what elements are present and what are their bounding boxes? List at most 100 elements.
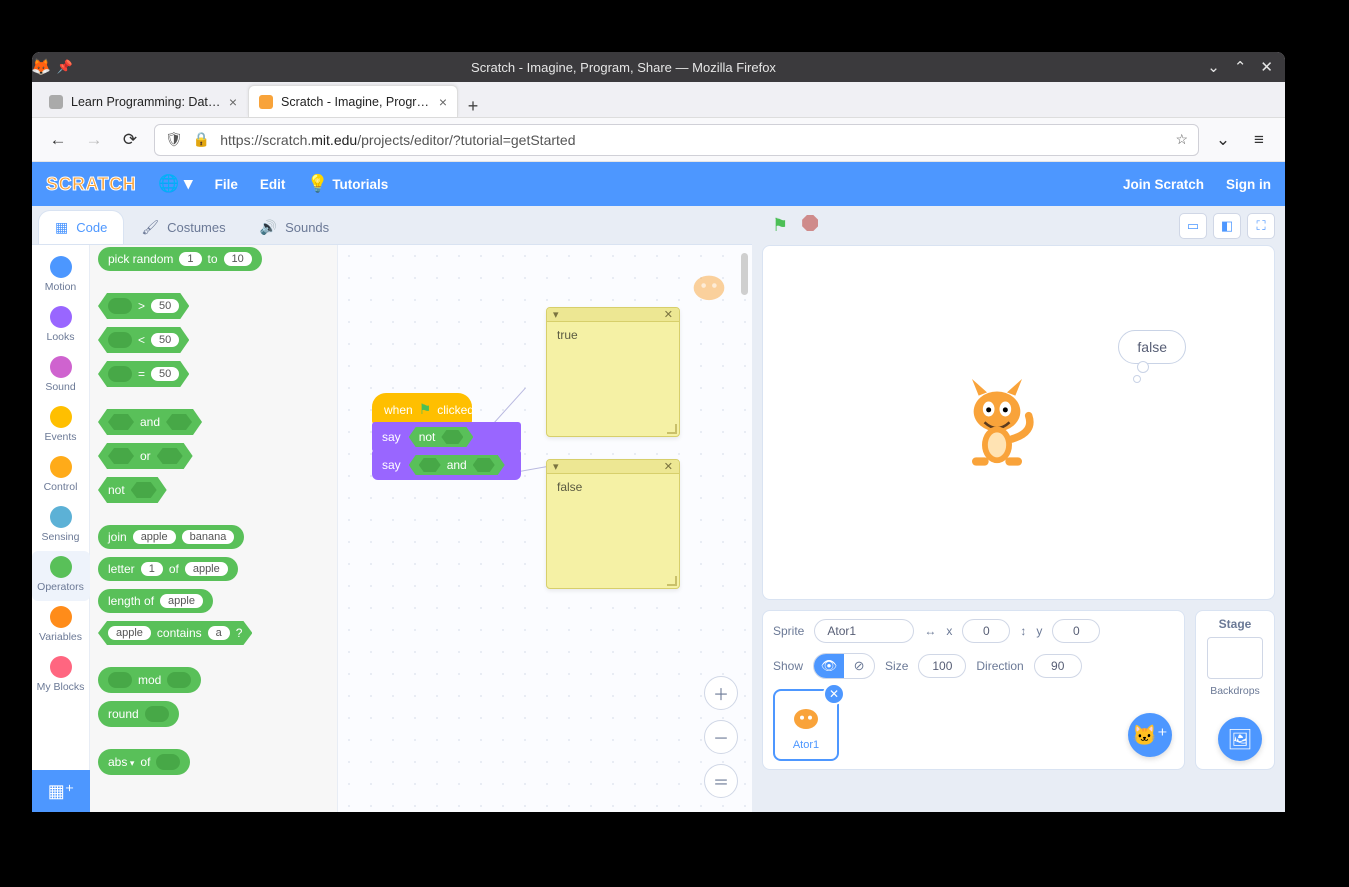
cat-control[interactable]: Control — [32, 451, 90, 501]
op-lt[interactable]: < 50 — [98, 327, 189, 353]
op-eq[interactable]: = 50 — [98, 361, 189, 387]
op-gt[interactable]: > 50 — [98, 293, 189, 319]
large-stage-button[interactable]: ◧ — [1213, 213, 1241, 239]
browser-tabbar: Learn Programming: Data Typ × Scratch - … — [32, 82, 1285, 118]
sprite-card-ator1[interactable]: ✕ Ator1 — [773, 689, 839, 761]
cat-operators[interactable]: Operators — [32, 551, 90, 601]
menu-icon[interactable]: ≡ — [1247, 130, 1271, 150]
back-button[interactable]: ← — [46, 130, 70, 150]
small-stage-button[interactable]: ▭ — [1179, 213, 1207, 239]
close-comment-icon[interactable]: ✕ — [664, 460, 673, 473]
sprite-watermark — [686, 261, 732, 307]
sign-in-link[interactable]: Sign in — [1226, 177, 1271, 192]
block-say-not[interactable]: say not — [372, 422, 521, 452]
cat-myblocks[interactable]: My Blocks — [32, 651, 90, 701]
op-contains[interactable]: apple contains a ? — [98, 621, 252, 645]
minimize-button[interactable]: ⌄ — [1207, 58, 1220, 76]
show-icon[interactable]: 👁 — [814, 654, 844, 678]
edit-menu[interactable]: Edit — [260, 177, 286, 192]
pin-icon[interactable]: 📌 — [57, 59, 73, 75]
cat-events[interactable]: Events — [32, 401, 90, 451]
op-round[interactable]: round — [98, 701, 179, 727]
stage-header: ⚑ ▭ ◧ ⛶ — [752, 206, 1285, 245]
scratch-cat-sprite[interactable] — [955, 374, 1039, 474]
tab-code[interactable]: ▦Code — [38, 210, 124, 244]
script-stack[interactable]: when⚑clicked say not say and — [372, 393, 521, 480]
close-comment-icon[interactable]: ✕ — [664, 308, 673, 321]
op-length[interactable]: length of apple — [98, 589, 213, 613]
stage-thumbnail[interactable] — [1207, 637, 1263, 679]
new-tab-button[interactable]: + — [458, 96, 488, 117]
tab-sounds[interactable]: 🔊Sounds — [243, 210, 347, 244]
sprite-y-input[interactable]: 0 — [1052, 619, 1100, 643]
op-not[interactable]: not — [98, 477, 167, 503]
hide-icon[interactable]: ⊘ — [844, 654, 874, 678]
tutorials-menu[interactable]: 💡 Tutorials — [307, 174, 388, 194]
delete-sprite-icon[interactable]: ✕ — [823, 683, 845, 705]
brush-icon: 🖌 — [141, 219, 159, 236]
sprite-direction-input[interactable]: 90 — [1034, 654, 1082, 678]
close-tab-icon[interactable]: × — [229, 94, 237, 110]
titlebar: 🦊 📌 Scratch - Imagine, Program, Share — … — [32, 52, 1285, 82]
collapse-icon[interactable]: ▾ — [553, 460, 559, 473]
op-pick-random[interactable]: pick random 1 to 10 — [98, 247, 262, 271]
op-mod[interactable]: mod — [98, 667, 201, 693]
op-or[interactable]: or — [98, 443, 193, 469]
op-mathop[interactable]: abs of — [98, 749, 190, 775]
stop-button[interactable] — [802, 215, 818, 231]
tab-costumes[interactable]: 🖌Costumes — [124, 210, 242, 244]
bookmark-star-icon[interactable]: ☆ — [1175, 131, 1188, 148]
op-letter[interactable]: letter 1 of apple — [98, 557, 238, 581]
stage[interactable]: false — [762, 245, 1275, 600]
lock-icon[interactable]: 🔒 — [193, 131, 210, 148]
forward-button[interactable]: → — [82, 130, 106, 150]
extensions-button[interactable]: ▦⁺ — [32, 770, 90, 812]
zoom-reset-button[interactable]: ＝ — [704, 764, 738, 798]
op-join[interactable]: join apple banana — [98, 525, 244, 549]
op-and[interactable]: and — [98, 409, 202, 435]
sprite-size-input[interactable]: 100 — [918, 654, 966, 678]
add-sprite-button[interactable]: 🐱⁺ — [1128, 713, 1172, 757]
scrollbar[interactable] — [741, 253, 748, 295]
close-tab-icon[interactable]: × — [439, 94, 447, 110]
resize-handle[interactable] — [667, 576, 677, 586]
resize-handle[interactable] — [667, 424, 677, 434]
browser-tab-scratch[interactable]: Scratch - Imagine, Program, S × — [248, 85, 458, 117]
zoom-out-button[interactable]: － — [704, 720, 738, 754]
scratch-logo[interactable]: SCRATCH — [46, 174, 136, 195]
block-palette[interactable]: pick random 1 to 10 > 50 < 50 = 50 and o… — [90, 245, 338, 812]
collapse-icon[interactable]: ▾ — [553, 308, 559, 321]
sprite-x-input[interactable]: 0 — [962, 619, 1010, 643]
close-button[interactable]: ✕ — [1260, 58, 1273, 76]
add-backdrop-button[interactable]: 🖼 — [1218, 717, 1262, 761]
browser-tab-learn[interactable]: Learn Programming: Data Typ × — [38, 85, 248, 117]
cat-looks[interactable]: Looks — [32, 301, 90, 351]
url-bar[interactable]: 🛡 🔒 https://scratch.mit.edu/projects/edi… — [154, 124, 1199, 156]
cat-sound[interactable]: Sound — [32, 351, 90, 401]
cat-variables[interactable]: Variables — [32, 601, 90, 651]
cat-sensing[interactable]: Sensing — [32, 501, 90, 551]
stage-pane: Stage Backdrops 🖼 — [1195, 610, 1275, 770]
op-not-embedded[interactable]: not — [409, 427, 474, 447]
language-menu[interactable]: 🌐 ▾ — [158, 174, 192, 194]
block-when-flag-clicked[interactable]: when⚑clicked — [372, 393, 472, 424]
fullscreen-button[interactable]: ⛶ — [1247, 213, 1275, 239]
comment-false[interactable]: ▾✕ false — [546, 459, 680, 589]
comment-true[interactable]: ▾✕ true — [546, 307, 680, 437]
cat-motion[interactable]: Motion — [32, 251, 90, 301]
shield-icon[interactable]: 🛡 — [165, 131, 183, 148]
block-say-and[interactable]: say and — [372, 450, 521, 480]
file-menu[interactable]: File — [215, 177, 238, 192]
pocket-icon[interactable]: ⌄ — [1211, 130, 1235, 150]
flag-icon: ⚑ — [419, 401, 432, 418]
script-canvas[interactable]: when⚑clicked say not say and ▾ — [338, 245, 752, 812]
join-scratch-link[interactable]: Join Scratch — [1123, 177, 1204, 192]
visibility-toggle[interactable]: 👁 ⊘ — [813, 653, 875, 679]
zoom-in-button[interactable]: ＋ — [704, 676, 738, 710]
op-and-embedded[interactable]: and — [409, 455, 505, 475]
green-flag-button[interactable]: ⚑ — [772, 215, 788, 236]
reload-button[interactable]: ⟳ — [118, 130, 142, 150]
sprite-label: Sprite — [773, 624, 804, 638]
sprite-name-input[interactable]: Ator1 — [814, 619, 914, 643]
maximize-button[interactable]: ⌃ — [1234, 58, 1247, 76]
